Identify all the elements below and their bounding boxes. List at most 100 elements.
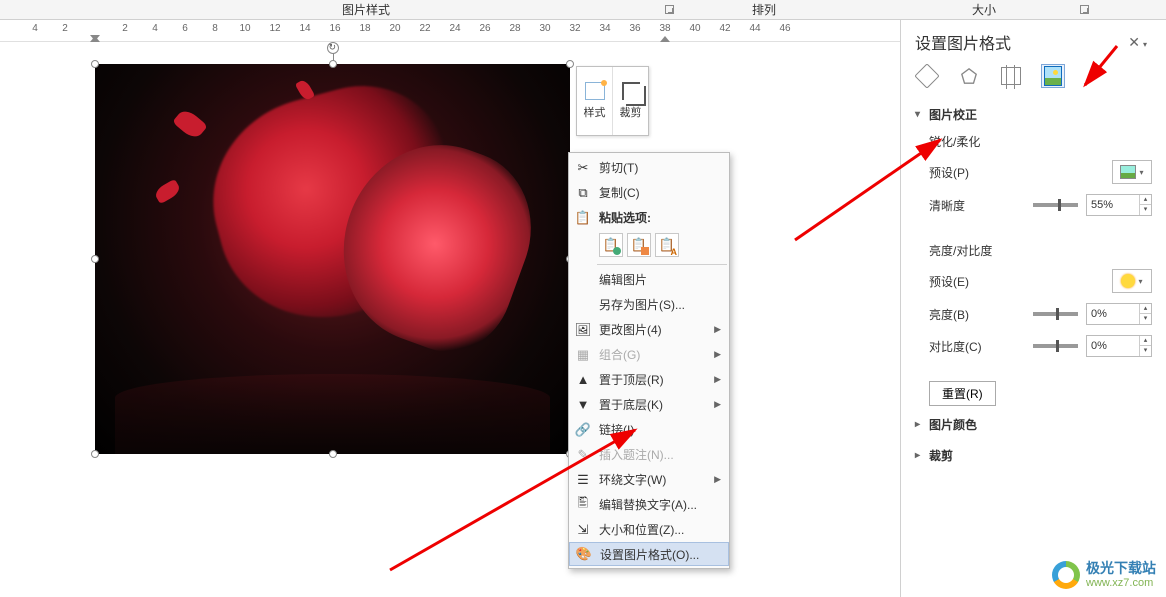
resize-handle-bm[interactable] <box>329 450 337 458</box>
preset-sharpen-button[interactable]: ▾ <box>1112 160 1152 184</box>
spin-down-icon[interactable]: ▾ <box>1140 205 1151 215</box>
spin-up-icon[interactable]: ▴ <box>1140 195 1151 205</box>
ruler-number: 44 <box>749 23 760 34</box>
panel-close-button[interactable]: ✕▾ <box>1123 33 1152 52</box>
ctx-group: ▦ 组合(G) ▶ <box>569 342 729 367</box>
ruler-number: 28 <box>509 23 520 34</box>
document-canvas[interactable] <box>0 42 900 597</box>
spin-down-icon[interactable]: ▾ <box>1140 346 1151 356</box>
group-icon: ▦ <box>573 345 593 365</box>
crop-icon <box>622 82 640 100</box>
contrast-slider[interactable] <box>1033 344 1078 348</box>
fill-line-icon <box>914 63 939 88</box>
ribbon-group-picture-style: 图片样式 <box>330 0 402 20</box>
paste-option-3[interactable] <box>655 233 679 257</box>
cut-icon: ✂ <box>573 158 593 178</box>
section-picture-correction: ▾ 图片校正 锐化/柔化 预设(P) ▾ 清晰度 55% ▴▾ 亮度/对比度 预… <box>915 102 1152 406</box>
label-brightness-contrast: 亮度/对比度 <box>929 242 1152 259</box>
alt-text-icon: 🖺 <box>573 495 593 515</box>
ctx-copy[interactable]: ⧉ 复制(C) <box>569 180 729 205</box>
brightness-slider[interactable] <box>1033 312 1078 316</box>
category-fill-line[interactable] <box>915 64 939 88</box>
sharpness-spinner[interactable]: 55% ▴▾ <box>1086 194 1152 216</box>
watermark: 极光下载站 www.xz7.com <box>1052 561 1156 589</box>
ctx-bring-front[interactable]: ▲ 置于顶层(R) ▶ <box>569 367 729 392</box>
reset-button[interactable]: 重置(R) <box>929 381 996 406</box>
ctx-edit-alt-text[interactable]: 🖺 编辑替换文字(A)... <box>569 492 729 517</box>
spin-up-icon[interactable]: ▴ <box>1140 336 1151 346</box>
ctx-format-picture[interactable]: 🎨 设置图片格式(O)... <box>569 542 729 566</box>
ruler-number: 20 <box>389 23 400 34</box>
ruler-number: 4 <box>32 23 38 34</box>
section-head-color[interactable]: ▸ 图片颜色 <box>915 412 1152 437</box>
horizontal-ruler[interactable]: 4224681012141618202224262830323436384042… <box>0 20 900 42</box>
watermark-title: 极光下载站 <box>1086 561 1156 576</box>
preset-brightness-button[interactable]: ▾ <box>1112 269 1152 293</box>
ruler-number: 18 <box>359 23 370 34</box>
ruler-number: 2 <box>122 23 128 34</box>
format-picture-icon: 🎨 <box>574 544 594 564</box>
ctx-send-back[interactable]: ▼ 置于底层(K) ▶ <box>569 392 729 417</box>
bring-front-icon: ▲ <box>573 370 593 390</box>
selected-picture[interactable] <box>95 64 570 454</box>
resize-handle-tm[interactable] <box>329 60 337 68</box>
panel-category-icons <box>915 64 1152 88</box>
section-head-crop[interactable]: ▸ 裁剪 <box>915 443 1152 468</box>
sharpness-slider[interactable] <box>1033 203 1078 207</box>
label-sharpness: 清晰度 <box>929 197 1025 214</box>
resize-handle-ml[interactable] <box>91 255 99 263</box>
ruler-number: 26 <box>479 23 490 34</box>
watermark-logo-icon <box>1052 561 1080 589</box>
contrast-spinner[interactable]: 0% ▴▾ <box>1086 335 1152 357</box>
dialog-launcher-size[interactable] <box>1080 5 1089 14</box>
section-head-correction[interactable]: ▾ 图片校正 <box>915 102 1152 127</box>
mini-crop-button[interactable]: 裁剪 <box>613 67 648 135</box>
label-preset-e: 预设(E) <box>929 273 1104 290</box>
ribbon-group-size: 大小 <box>960 0 1008 20</box>
category-layout[interactable] <box>999 64 1023 88</box>
ctx-cut[interactable]: ✂ 剪切(T) <box>569 155 729 180</box>
edit-picture-icon <box>573 270 593 290</box>
ruler-number: 22 <box>419 23 430 34</box>
paste-option-2[interactable] <box>627 233 651 257</box>
mini-style-button[interactable]: 样式 <box>577 67 613 135</box>
ruler-number: 42 <box>719 23 730 34</box>
brightness-spinner[interactable]: 0% ▴▾ <box>1086 303 1152 325</box>
ctx-wrap-text[interactable]: ☰ 环绕文字(W) ▶ <box>569 467 729 492</box>
ctx-size-position[interactable]: ⇲ 大小和位置(Z)... <box>569 517 729 542</box>
resize-handle-tl[interactable] <box>91 60 99 68</box>
label-brightness: 亮度(B) <box>929 306 1025 323</box>
category-picture[interactable] <box>1041 64 1065 88</box>
mini-crop-label: 裁剪 <box>620 104 642 120</box>
category-effects[interactable] <box>957 64 981 88</box>
ctx-change-picture[interactable]: 🖼 更改图片(4) ▶ <box>569 317 729 342</box>
ruler-number: 46 <box>779 23 790 34</box>
ctx-link[interactable]: 🔗 链接(I) <box>569 417 729 442</box>
layout-icon <box>1001 67 1021 85</box>
spin-up-icon[interactable]: ▴ <box>1140 304 1151 314</box>
change-picture-icon: 🖼 <box>573 320 593 340</box>
resize-handle-bl[interactable] <box>91 450 99 458</box>
ruler-number: 4 <box>152 23 158 34</box>
ruler-number: 2 <box>62 23 68 34</box>
watermark-url: www.xz7.com <box>1086 577 1156 589</box>
section-crop: ▸ 裁剪 <box>915 443 1152 468</box>
spin-down-icon[interactable]: ▾ <box>1140 314 1151 324</box>
dialog-launcher-picture-style[interactable] <box>665 5 674 14</box>
label-preset-p: 预设(P) <box>929 164 1104 181</box>
panel-title: 设置图片格式 <box>915 30 1011 54</box>
paste-option-1[interactable] <box>599 233 623 257</box>
ruler-number: 14 <box>299 23 310 34</box>
ruler-number: 30 <box>539 23 550 34</box>
link-icon: 🔗 <box>573 420 593 440</box>
ctx-edit-picture[interactable]: 编辑图片 <box>569 267 729 292</box>
ribbon-group-arrange: 排列 <box>740 0 788 20</box>
contrast-value: 0% <box>1087 340 1139 352</box>
ctx-save-as-picture[interactable]: 另存为图片(S)... <box>569 292 729 317</box>
rotate-handle[interactable] <box>327 42 339 54</box>
mini-style-label: 样式 <box>584 104 606 120</box>
resize-handle-tr[interactable] <box>566 60 574 68</box>
format-picture-panel: 设置图片格式 ✕▾ ▾ 图片校正 锐化/柔化 预设(P) ▾ 清晰度 55% <box>900 20 1166 597</box>
paste-options-row <box>569 230 729 262</box>
style-icon <box>585 82 605 100</box>
